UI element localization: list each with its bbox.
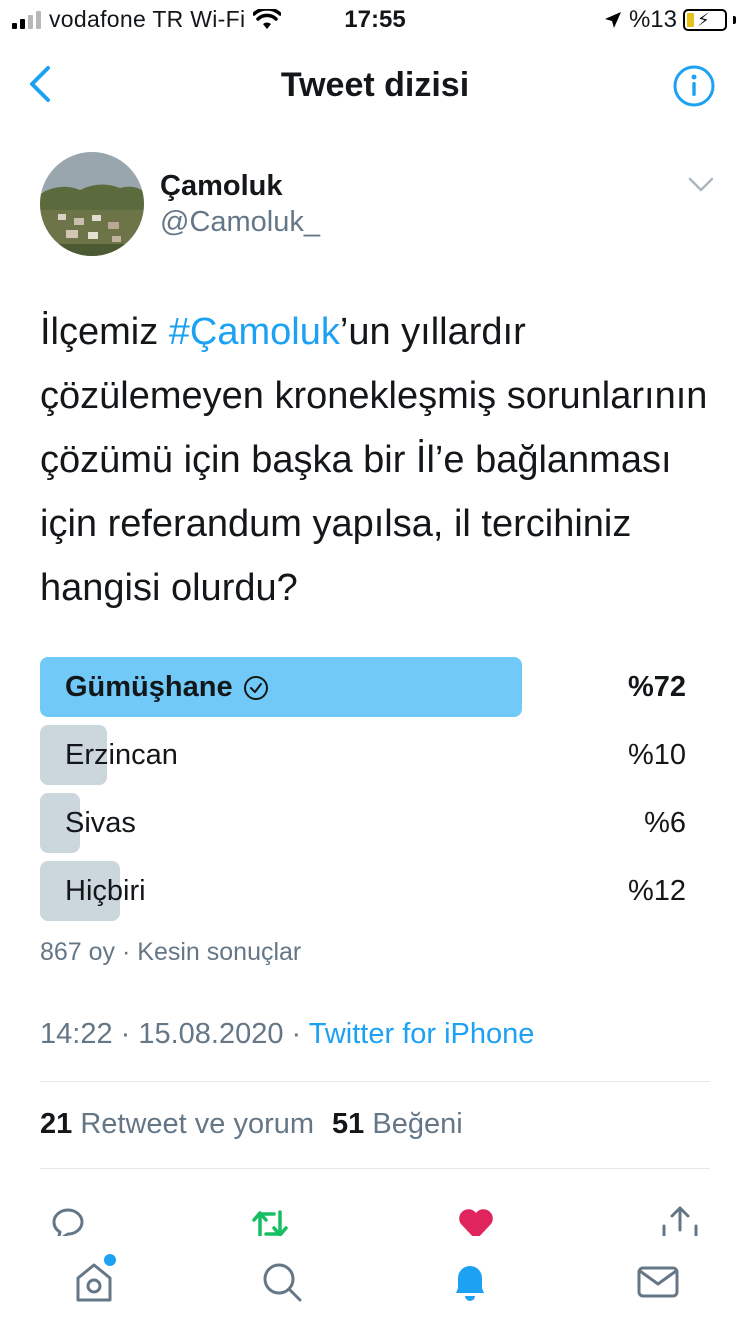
page-title: Tweet dizisi bbox=[280, 66, 470, 104]
like-stat[interactable]: 51 Beğeni bbox=[332, 1108, 463, 1141]
nav-bar: Tweet dizisi bbox=[0, 48, 750, 120]
poll-option-label: Sivas bbox=[65, 807, 136, 839]
tweet-source-link[interactable]: Twitter for iPhone bbox=[309, 1018, 535, 1050]
new-tweets-dot bbox=[104, 1254, 116, 1266]
poll-percent: %6 bbox=[644, 807, 686, 839]
poll-percent: %72 bbox=[627, 671, 686, 703]
battery-percent: %13 bbox=[628, 6, 677, 33]
poll-option: Gümüşhane %72 bbox=[40, 657, 690, 717]
messages-icon[interactable] bbox=[636, 1260, 680, 1304]
check-circle-icon bbox=[243, 675, 268, 700]
divider bbox=[40, 1081, 710, 1082]
search-icon[interactable] bbox=[260, 1260, 304, 1304]
info-icon[interactable] bbox=[672, 64, 716, 108]
tweet-text-rest: ’un yıllardır çözülemeyen kronekleşmiş s… bbox=[40, 311, 708, 609]
chevron-down-icon[interactable] bbox=[688, 176, 714, 194]
avatar[interactable] bbox=[40, 152, 144, 256]
hashtag-link[interactable]: #Çamoluk bbox=[169, 311, 340, 353]
poll-percent: %12 bbox=[627, 875, 686, 907]
retweet-label: Retweet ve yorum bbox=[80, 1108, 315, 1140]
like-count: 51 bbox=[332, 1108, 365, 1140]
like-icon[interactable] bbox=[456, 1204, 496, 1236]
poll-option-label: Gümüşhane bbox=[65, 671, 269, 704]
notifications-icon[interactable] bbox=[448, 1260, 492, 1304]
poll-option-text: Gümüşhane bbox=[65, 671, 233, 703]
poll-option: Hiçbiri %12 bbox=[40, 861, 690, 921]
poll-option: Erzincan %10 bbox=[40, 725, 690, 785]
status-bar: vodafone TR Wi-Fi 17:55 %13 ⚡ bbox=[0, 0, 750, 40]
status-right: %13 ⚡ bbox=[603, 6, 736, 34]
share-icon[interactable] bbox=[660, 1204, 700, 1236]
retweet-count: 21 bbox=[40, 1108, 73, 1140]
location-arrow-icon bbox=[604, 12, 621, 28]
home-icon[interactable] bbox=[72, 1260, 116, 1304]
tweet-text-start: İlçemiz bbox=[40, 311, 169, 353]
tweet-stats: 21 Retweet ve yorum 51 Beğeni bbox=[40, 1108, 463, 1141]
reply-icon[interactable] bbox=[48, 1204, 88, 1236]
like-label: Beğeni bbox=[372, 1108, 463, 1140]
tab-bar bbox=[0, 1236, 750, 1334]
user-handle[interactable]: @Camoluk_ bbox=[160, 206, 320, 239]
tweet-timestamp: 14:22 · 15.08.2020 · Twitter for iPhone bbox=[40, 1018, 534, 1051]
poll-meta: 867 oy · Kesin sonuçlar bbox=[40, 938, 302, 966]
retweet-stat[interactable]: 21 Retweet ve yorum bbox=[40, 1108, 314, 1141]
battery-icon: ⚡ bbox=[683, 9, 727, 31]
poll-option: Sivas %6 bbox=[40, 793, 690, 853]
tweet-text: İlçemiz #Çamoluk’un yıllardır çözülemeye… bbox=[40, 300, 720, 620]
battery-tip bbox=[733, 16, 736, 24]
retweet-icon[interactable] bbox=[250, 1204, 290, 1236]
divider bbox=[40, 1168, 710, 1169]
tweet-time: 14:22 · 15.08.2020 · bbox=[40, 1018, 309, 1050]
tweet-actions bbox=[0, 1198, 750, 1236]
poll-option-label: Erzincan bbox=[65, 739, 178, 771]
poll-percent: %10 bbox=[627, 739, 686, 771]
display-name[interactable]: Çamoluk bbox=[160, 170, 282, 203]
poll: Gümüşhane %72 Erzincan %10 Sivas %6 Hiçb… bbox=[40, 657, 690, 929]
poll-option-label: Hiçbiri bbox=[65, 875, 146, 907]
